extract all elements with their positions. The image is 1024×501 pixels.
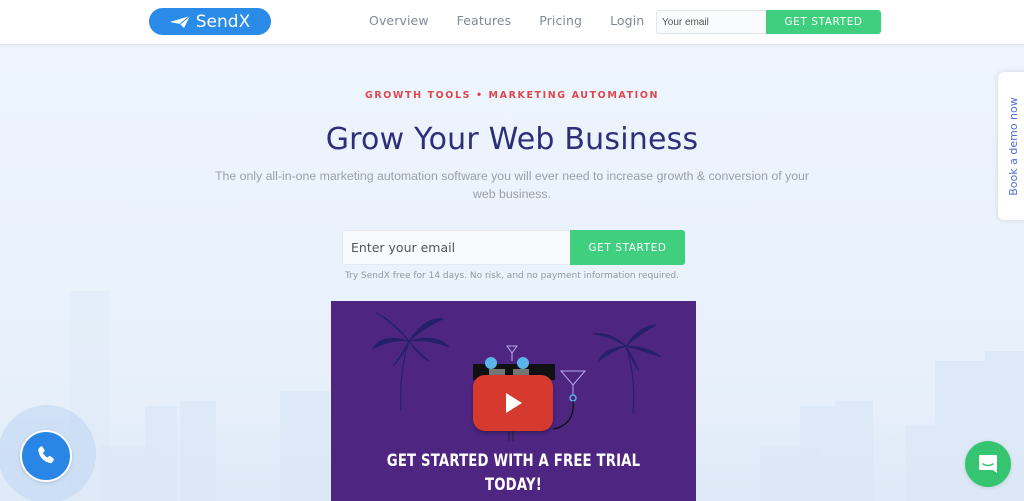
video-caption-line-2: TODAY! [485, 475, 542, 495]
hero-email-input[interactable] [342, 230, 570, 265]
hero-signup-form: GET STARTED [342, 230, 685, 265]
nav-pricing[interactable]: Pricing [539, 13, 582, 28]
youtube-play-button[interactable] [473, 375, 553, 431]
book-demo-tab[interactable]: Book a demo now [998, 72, 1024, 220]
video-caption-line-1: GET STARTED WITH A FREE TRIAL [386, 451, 641, 471]
header-get-started-button[interactable]: GET STARTED [766, 10, 881, 34]
nav-login[interactable]: Login [610, 13, 644, 28]
hero-get-started-button[interactable]: GET STARTED [570, 230, 685, 265]
main-nav: Overview Features Pricing Login [369, 13, 672, 28]
video-caption: GET STARTED WITH A FREE TRIAL TODAY! [371, 449, 656, 497]
header-email-input[interactable] [656, 10, 766, 34]
call-button[interactable] [20, 430, 72, 482]
nav-features[interactable]: Features [457, 13, 512, 28]
play-icon [506, 393, 522, 413]
chat-icon [979, 455, 997, 473]
video-embed[interactable]: GET STARTED WITH A FREE TRIAL TODAY! [331, 301, 696, 501]
header-signup-form: GET STARTED [656, 10, 881, 34]
palm-tree-left-icon [371, 312, 450, 412]
hero-subtitle: The only all-in-one marketing automation… [215, 169, 809, 201]
book-demo-label: Book a demo now [1006, 96, 1020, 196]
phone-icon [38, 446, 54, 464]
paper-plane-icon [169, 15, 190, 28]
palm-tree-right-icon [592, 324, 662, 414]
logo-text: SendX [195, 11, 251, 32]
hero-eyebrow: GROWTH TOOLS • MARKETING AUTOMATION [364, 90, 660, 101]
chat-button[interactable] [965, 441, 1011, 487]
trial-note: Try SendX free for 14 days. No risk, and… [345, 271, 679, 281]
sendx-logo[interactable]: SendX [149, 8, 271, 35]
hero-title: Grow Your Web Business [325, 122, 699, 157]
top-nav-bar: SendX Overview Features Pricing Login GE… [0, 0, 1024, 45]
nav-overview[interactable]: Overview [369, 13, 429, 28]
